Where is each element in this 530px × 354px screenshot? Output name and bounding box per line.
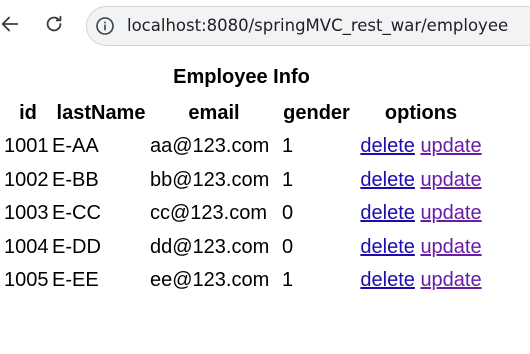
info-icon[interactable] <box>95 16 115 36</box>
back-button[interactable] <box>0 10 24 38</box>
header-gender: gender <box>283 101 350 124</box>
employee-table: id lastName email gender options 1001 E-… <box>0 96 487 298</box>
cell-email: dd@123.com <box>150 235 270 258</box>
delete-link[interactable]: delete <box>360 236 415 258</box>
table-row: 1002 E-BB bb@123.com 1 delete update <box>0 164 487 198</box>
update-link[interactable]: update <box>420 236 481 258</box>
update-link[interactable]: update <box>420 135 481 157</box>
cell-options: delete update <box>355 197 487 231</box>
cell-options: delete update <box>355 231 487 265</box>
url-text: localhost:8080/springMVC_rest_war/employ… <box>127 16 509 35</box>
delete-link[interactable]: delete <box>360 269 415 291</box>
cell-options: delete update <box>355 130 487 164</box>
cell-id: 1004 <box>4 235 49 258</box>
cell-options: delete update <box>355 164 487 198</box>
header-id: id <box>19 101 37 124</box>
reload-button[interactable] <box>40 10 68 38</box>
back-arrow-icon <box>1 16 19 32</box>
delete-link[interactable]: delete <box>360 169 415 191</box>
header-options: options <box>384 101 458 124</box>
cell-lastname: E-DD <box>52 235 101 258</box>
reload-icon <box>46 15 62 32</box>
cell-id: 1003 <box>4 202 49 225</box>
cell-gender: 1 <box>282 168 294 191</box>
browser-toolbar: localhost:8080/springMVC_rest_war/employ… <box>0 0 530 54</box>
cell-options: delete update <box>355 264 487 298</box>
delete-link[interactable]: delete <box>360 202 415 224</box>
cell-gender: 0 <box>282 202 294 225</box>
delete-link[interactable]: delete <box>360 135 415 157</box>
table-caption: Employee Info <box>173 66 310 88</box>
update-link[interactable]: update <box>420 269 481 291</box>
cell-gender: 1 <box>282 135 294 158</box>
table-row: 1001 E-AA aa@123.com 1 delete update <box>0 130 487 164</box>
header-email: email <box>188 101 240 124</box>
cell-id: 1005 <box>4 269 49 292</box>
cell-email: aa@123.com <box>150 135 270 158</box>
header-lastname: lastName <box>56 101 146 124</box>
cell-lastname: E-CC <box>52 202 101 225</box>
table-header-row: id lastName email gender options <box>0 96 487 130</box>
cell-lastname: E-BB <box>52 168 99 191</box>
cell-email: bb@123.com <box>150 168 270 191</box>
table-row: 1005 E-EE ee@123.com 1 delete update <box>0 264 487 298</box>
cell-lastname: E-EE <box>52 269 99 292</box>
address-bar[interactable]: localhost:8080/springMVC_rest_war/employ… <box>86 6 530 46</box>
cell-id: 1001 <box>4 135 49 158</box>
update-link[interactable]: update <box>420 169 481 191</box>
cell-gender: 0 <box>282 235 294 258</box>
cell-gender: 1 <box>282 269 294 292</box>
cell-lastname: E-AA <box>52 135 99 158</box>
cell-id: 1002 <box>4 168 49 191</box>
cell-email: cc@123.com <box>150 202 268 225</box>
cell-email: ee@123.com <box>150 269 270 292</box>
table-row: 1003 E-CC cc@123.com 0 delete update <box>0 197 487 231</box>
update-link[interactable]: update <box>420 202 481 224</box>
table-row: 1004 E-DD dd@123.com 0 delete update <box>0 231 487 265</box>
